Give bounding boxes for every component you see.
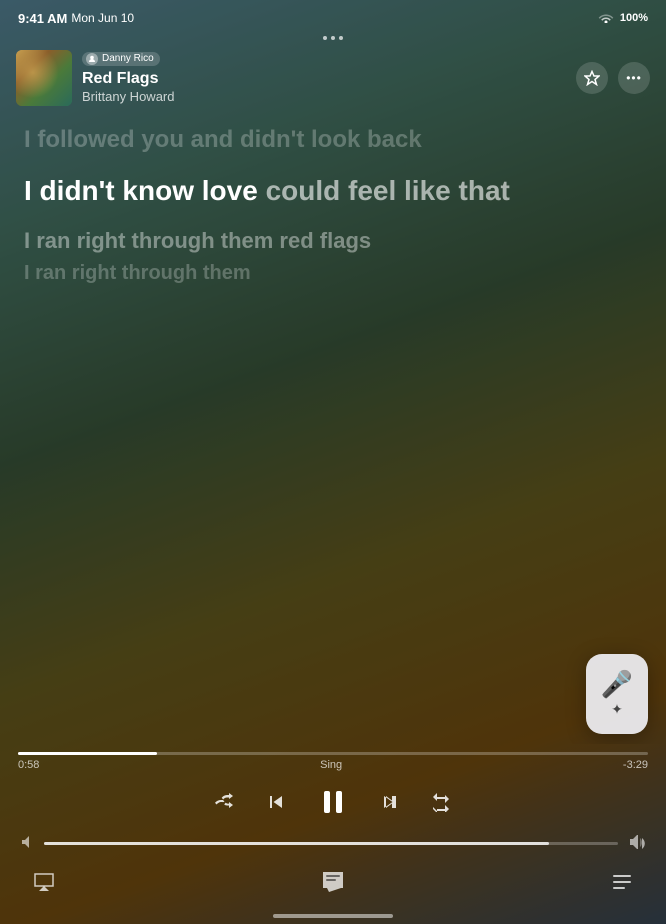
- airplay-button[interactable]: [32, 870, 56, 894]
- home-indicator: [0, 910, 666, 924]
- wifi-icon: [598, 11, 614, 26]
- user-icon: [86, 53, 98, 65]
- status-right: 100%: [598, 11, 648, 26]
- volume-section: [0, 831, 666, 862]
- home-bar: [273, 914, 393, 918]
- volume-fill: [44, 842, 549, 845]
- lyric-line-1: I followed you and didn't look back: [24, 124, 642, 156]
- album-track-info: Danny Rico Red Flags Brittany Howard: [16, 50, 174, 106]
- header-actions: •••: [576, 62, 650, 94]
- album-art: [16, 50, 72, 106]
- progress-section: 0:58 Sing -3:29: [0, 752, 666, 771]
- lyric-line-3: I ran right through them red flags: [24, 226, 642, 256]
- lyric-line-4: I ran right through them: [24, 260, 642, 287]
- karaoke-sing-button[interactable]: 🎤 ✦: [586, 654, 648, 734]
- karaoke-sparkle-icon: ✦: [611, 701, 623, 718]
- forward-button[interactable]: [378, 790, 402, 814]
- playback-controls: [0, 771, 666, 831]
- track-user-name: Danny Rico: [102, 53, 154, 64]
- repeat-button[interactable]: [430, 792, 452, 812]
- rewind-button[interactable]: [264, 790, 288, 814]
- track-artist: Brittany Howard: [82, 89, 174, 104]
- star-button[interactable]: [576, 62, 608, 94]
- volume-slider[interactable]: [44, 842, 618, 845]
- status-bar: 9:41 AM Mon Jun 10 100%: [0, 0, 666, 32]
- bottom-bar: [0, 862, 666, 910]
- progress-current: 0:58: [18, 759, 39, 771]
- lyrics-area: I followed you and didn't look back I di…: [0, 114, 666, 744]
- status-time: 9:41 AM: [18, 11, 67, 26]
- battery-icon: 100%: [620, 12, 648, 24]
- volume-high-icon: [628, 835, 646, 852]
- shuffle-button[interactable]: [214, 793, 236, 811]
- track-text: Danny Rico Red Flags Brittany Howard: [82, 52, 174, 104]
- track-user-badge: Danny Rico: [82, 52, 160, 66]
- progress-bar[interactable]: [18, 752, 648, 755]
- lyric-line-2-active: I didn't know love could feel like that: [24, 172, 642, 210]
- lyric-active-part1: I didn't know love: [24, 175, 266, 206]
- status-date: Mon Jun 10: [71, 11, 134, 25]
- track-title: Red Flags: [82, 69, 174, 88]
- lyrics-button[interactable]: [321, 870, 345, 894]
- lyric-active-part2: could feel like that: [266, 175, 510, 206]
- top-dots: [0, 32, 666, 42]
- progress-labels: 0:58 Sing -3:29: [18, 759, 648, 771]
- now-playing-header: Danny Rico Red Flags Brittany Howard •••: [0, 42, 666, 114]
- progress-remaining: -3:29: [623, 759, 648, 771]
- karaoke-mic-icon: 🎤: [601, 671, 633, 697]
- progress-label: Sing: [320, 759, 342, 771]
- progress-fill: [18, 752, 157, 755]
- queue-button[interactable]: [610, 870, 634, 894]
- pause-button[interactable]: [316, 785, 350, 819]
- more-options-button[interactable]: •••: [618, 62, 650, 94]
- volume-low-icon: [20, 835, 34, 852]
